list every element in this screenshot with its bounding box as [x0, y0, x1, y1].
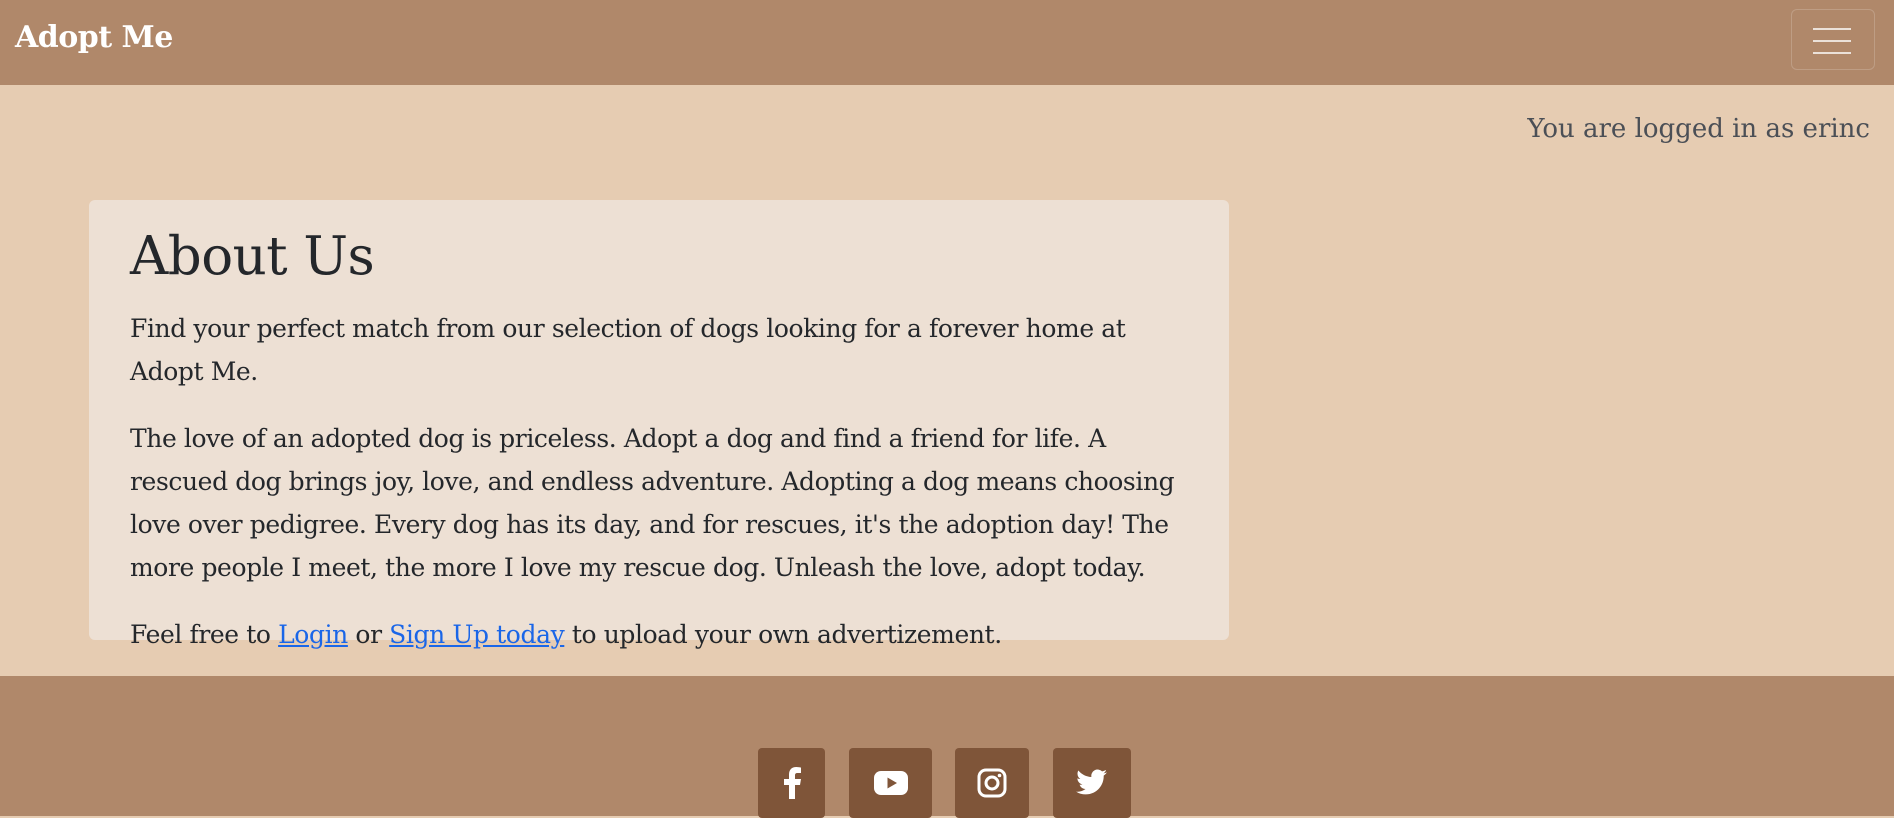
twitter-icon	[1076, 769, 1108, 797]
cta-suffix: to upload your own advertizement.	[564, 620, 1002, 649]
navbar: Adopt Me	[0, 0, 1894, 85]
signup-link[interactable]: Sign Up today	[389, 620, 565, 649]
youtube-button[interactable]	[849, 748, 932, 818]
body-paragraph: The love of an adopted dog is priceless.…	[130, 424, 1175, 582]
instagram-icon	[977, 768, 1007, 798]
login-link[interactable]: Login	[278, 620, 348, 649]
cta-or: or	[347, 620, 390, 649]
about-card: About Us Find your perfect match from ou…	[89, 200, 1229, 649]
login-status-text: You are logged in as erinc	[1527, 114, 1870, 144]
facebook-icon	[782, 767, 802, 799]
cta-prefix: Feel free to	[130, 620, 279, 649]
cta-paragraph: Feel free to Login or Sign Up today to u…	[130, 613, 1188, 656]
youtube-icon	[873, 771, 908, 795]
intro-paragraph: Find your perfect match from our selecti…	[130, 314, 1126, 386]
twitter-button[interactable]	[1053, 748, 1131, 818]
brand-logo[interactable]: Adopt Me	[15, 20, 173, 55]
navbar-toggler-button[interactable]	[1791, 9, 1875, 70]
facebook-button[interactable]	[758, 748, 825, 818]
footer	[0, 676, 1894, 818]
page-title: About Us	[130, 226, 375, 287]
instagram-button[interactable]	[955, 748, 1029, 818]
